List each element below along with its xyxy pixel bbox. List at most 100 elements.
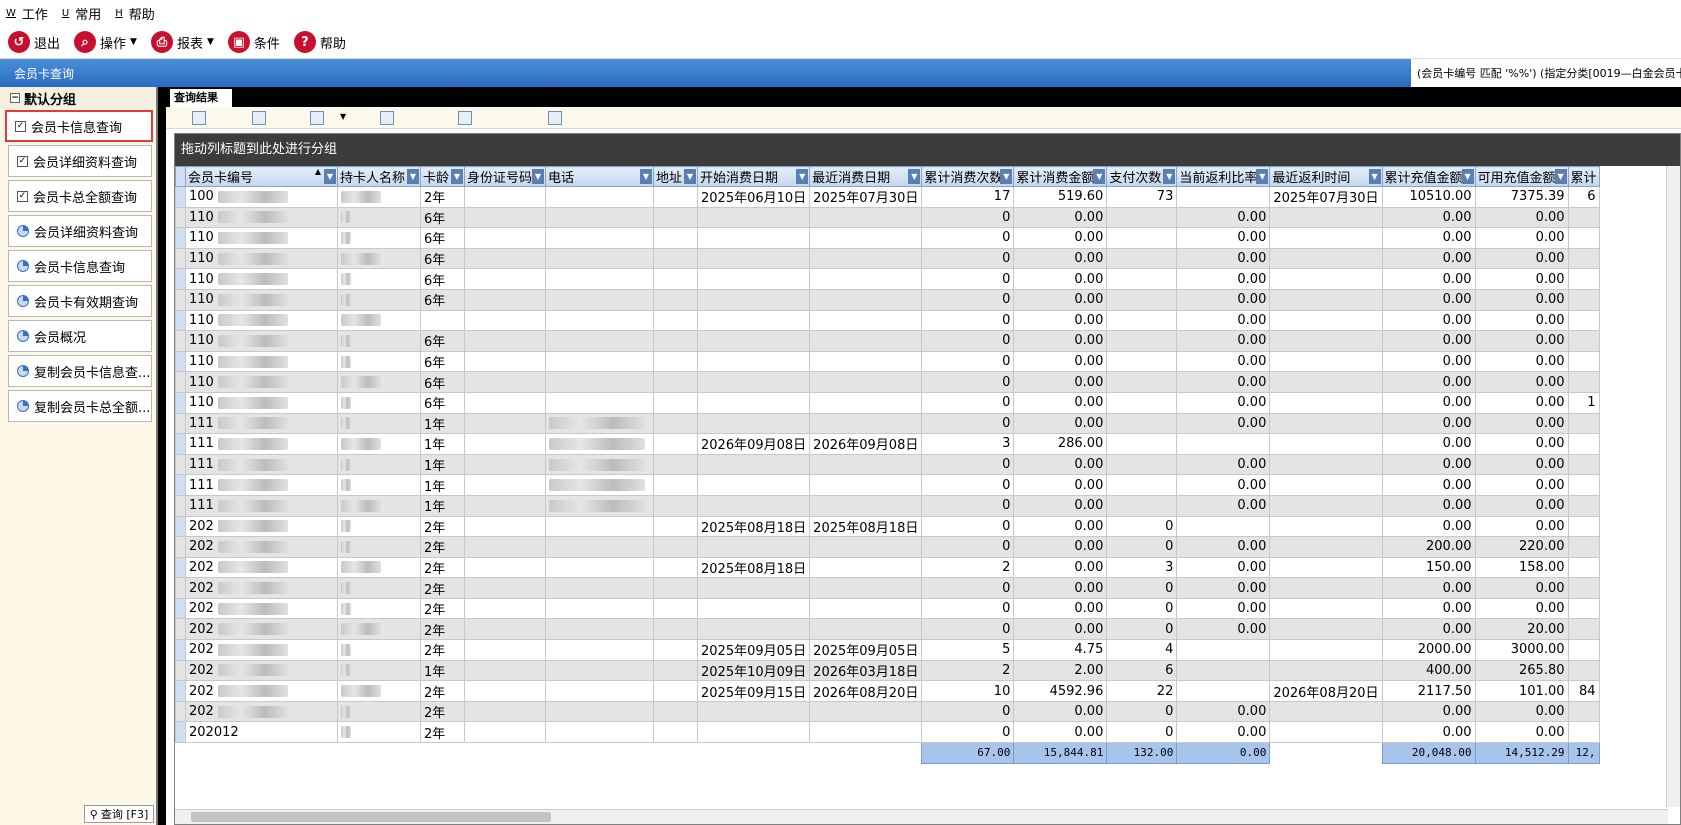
cell[interactable] [1176, 639, 1271, 661]
table-row[interactable]: 110 6年 0 0.00 0.00 0.00 0.00 [175, 206, 1600, 229]
cell[interactable]: 20.00 [1474, 618, 1569, 641]
cell[interactable]: 0.00 [1381, 597, 1476, 620]
cell[interactable] [464, 227, 546, 249]
cell[interactable] [1567, 721, 1600, 744]
cell[interactable]: 0 [921, 618, 1015, 641]
cell[interactable] [1269, 247, 1383, 270]
cell[interactable]: 0.00 [1381, 474, 1476, 496]
cell[interactable] [809, 206, 923, 229]
cell[interactable] [545, 556, 654, 579]
row-indicator[interactable] [175, 309, 186, 332]
cell[interactable]: 6年 [420, 247, 465, 270]
cell[interactable] [545, 206, 654, 229]
cell[interactable] [1567, 474, 1600, 496]
cell[interactable] [809, 721, 923, 744]
cell[interactable]: 0.00 [1013, 330, 1108, 352]
table-row[interactable]: 110 6年 0 0.00 0.00 0.00 0.00 [175, 268, 1600, 290]
cell[interactable] [337, 721, 421, 744]
cell[interactable]: 202 [185, 577, 338, 599]
cell[interactable]: 0.00 [1381, 433, 1476, 455]
cell[interactable]: 2.00 [1013, 659, 1108, 682]
cell[interactable] [545, 494, 654, 517]
cell[interactable]: 202 [185, 597, 338, 620]
cell[interactable]: 0.00 [1176, 309, 1271, 332]
cell[interactable] [1567, 700, 1600, 723]
row-indicator[interactable] [175, 206, 186, 229]
cell[interactable] [464, 680, 546, 702]
cell[interactable] [464, 412, 546, 435]
cell[interactable]: 0 [1106, 536, 1178, 558]
cell[interactable] [1567, 247, 1600, 270]
cell[interactable] [1567, 433, 1600, 455]
cell[interactable]: 2025年07月30日 [809, 186, 923, 208]
cell[interactable] [464, 288, 546, 311]
cell[interactable] [696, 309, 811, 332]
cell[interactable] [653, 371, 698, 393]
print-icon[interactable] [458, 111, 472, 125]
cell[interactable] [545, 288, 654, 311]
cell[interactable]: 2025年08月18日 [696, 556, 811, 579]
cell[interactable] [1567, 227, 1600, 249]
cell[interactable] [653, 721, 698, 744]
cell[interactable]: 1年 [420, 453, 465, 476]
cell[interactable]: 0.00 [1381, 453, 1476, 476]
cell[interactable]: 400.00 [1381, 659, 1476, 682]
cell[interactable]: 2年 [420, 556, 465, 579]
cell[interactable]: 6年 [420, 391, 465, 414]
cell[interactable] [653, 453, 698, 476]
cell[interactable] [545, 515, 654, 538]
cell[interactable] [696, 247, 811, 270]
cell[interactable] [1567, 309, 1600, 332]
cell[interactable] [1269, 659, 1383, 682]
cell[interactable] [653, 577, 698, 599]
table-row[interactable]: 111 1年 2026年09月08日 2026年09月08日 3 286.00 0.00 0… [175, 433, 1600, 455]
cell[interactable] [545, 247, 654, 270]
cell[interactable] [464, 186, 546, 208]
cell[interactable] [545, 453, 654, 476]
cell[interactable]: 0.00 [1013, 371, 1108, 393]
cell[interactable] [809, 474, 923, 496]
cell[interactable]: 6 [1106, 659, 1178, 682]
cell[interactable] [1106, 412, 1178, 435]
cell[interactable]: 0.00 [1381, 700, 1476, 723]
cell[interactable] [545, 186, 654, 208]
table-row[interactable]: 111 1年 0 0.00 0.00 0.00 0.00 [175, 494, 1600, 517]
cell[interactable]: 1年 [420, 494, 465, 517]
operate-button[interactable]: ⌕ 操作 ▼ [74, 31, 137, 53]
filter-dropdown-icon[interactable]: ▼ [324, 169, 336, 184]
help-button[interactable]: ? 帮助 [293, 31, 346, 53]
filter-dropdown-icon[interactable]: ▼ [684, 169, 696, 184]
cell[interactable]: 0 [921, 371, 1015, 393]
cell[interactable] [1106, 288, 1178, 311]
cell[interactable]: 0.00 [1013, 618, 1108, 641]
cell[interactable]: 2025年08月18日 [809, 515, 923, 538]
cell[interactable] [337, 680, 421, 702]
cell[interactable]: 0.00 [1474, 371, 1569, 393]
row-indicator[interactable] [175, 227, 186, 249]
cell[interactable]: 0.00 [1013, 288, 1108, 311]
collapse-icon[interactable]: − [10, 93, 20, 103]
cell[interactable]: 0 [1106, 700, 1178, 723]
row-indicator[interactable] [175, 371, 186, 393]
cell[interactable] [1567, 453, 1600, 476]
cell[interactable] [1176, 515, 1271, 538]
cell[interactable]: 0.00 [1381, 227, 1476, 249]
cell[interactable] [1269, 391, 1383, 414]
cell[interactable] [1269, 556, 1383, 579]
cell[interactable] [1106, 206, 1178, 229]
cell[interactable]: 2年 [420, 577, 465, 599]
cell[interactable]: 0.00 [1176, 247, 1271, 270]
cell[interactable] [653, 536, 698, 558]
cell[interactable] [337, 494, 421, 517]
cell[interactable]: 2年 [420, 597, 465, 620]
cell[interactable]: 0.00 [1474, 474, 1569, 496]
cell[interactable]: 0 [921, 453, 1015, 476]
cell[interactable]: 0 [921, 515, 1015, 538]
cell[interactable] [1567, 206, 1600, 229]
cell[interactable] [545, 680, 654, 702]
cell[interactable]: 0.00 [1176, 227, 1271, 249]
cell[interactable] [545, 618, 654, 641]
vertical-scrollbar[interactable] [1666, 166, 1680, 807]
cell[interactable]: 0.00 [1013, 268, 1108, 290]
cell[interactable] [1106, 350, 1178, 373]
